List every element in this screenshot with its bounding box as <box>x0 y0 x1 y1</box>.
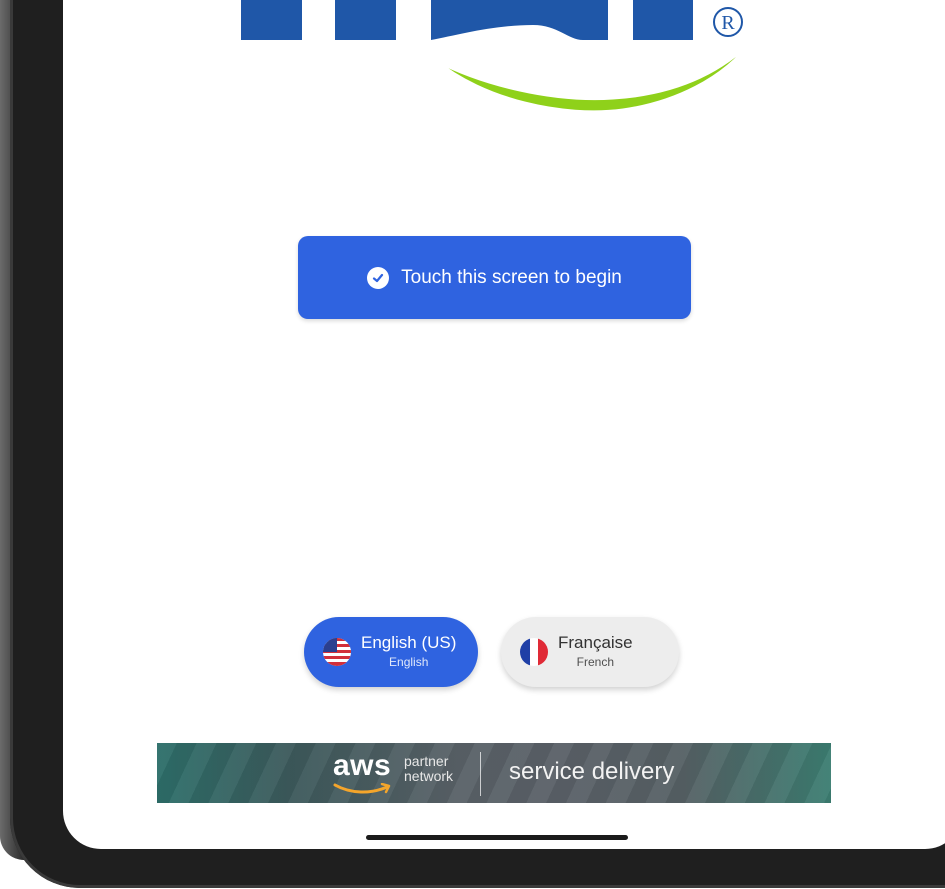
france-flag-icon <box>520 638 548 666</box>
logo-block-mid <box>335 0 396 40</box>
language-english-label: English (US) <box>361 633 457 652</box>
logo-green-swoosh <box>434 38 755 114</box>
banner-texture <box>157 743 831 803</box>
aws-partner-line2: network <box>404 768 454 784</box>
touch-to-begin-label: Touch this screen to begin <box>401 266 622 288</box>
logo-round-shape <box>431 0 608 40</box>
us-flag-icon <box>323 638 351 666</box>
aws-service-delivery-text: service delivery <box>509 758 675 785</box>
kiosk-screen[interactable]: R Touch this screen to begin English (US… <box>63 0 945 849</box>
home-indicator[interactable] <box>366 835 628 840</box>
language-english-text: English (US) English <box>361 633 456 671</box>
language-french-button[interactable]: Française French <box>501 617 679 687</box>
language-english-sublabel: English <box>389 655 429 669</box>
check-circle-icon <box>367 266 390 289</box>
aws-logo-text: aws <box>333 749 392 782</box>
logo-block-left <box>241 0 302 40</box>
language-selector: English (US) English Française French <box>63 617 945 689</box>
banner-divider <box>480 752 481 796</box>
aws-partner-banner: aws partner network service delivery <box>157 743 831 803</box>
touch-to-begin-button[interactable]: Touch this screen to begin <box>298 236 691 319</box>
aws-smile-icon <box>333 783 391 794</box>
logo-block-right <box>633 0 693 40</box>
language-french-sublabel: French <box>576 655 614 669</box>
brand-logo: R <box>241 0 755 114</box>
aws-partner-line1: partner <box>404 753 449 769</box>
language-french-label: Française <box>558 633 633 652</box>
registered-mark-letter: R <box>721 12 735 34</box>
language-french-text: Française French <box>558 633 633 671</box>
kiosk-screenshot: R Touch this screen to begin English (US… <box>0 0 945 889</box>
language-english-button[interactable]: English (US) English <box>304 617 478 687</box>
aws-partner-network-text: partner network <box>404 754 453 784</box>
